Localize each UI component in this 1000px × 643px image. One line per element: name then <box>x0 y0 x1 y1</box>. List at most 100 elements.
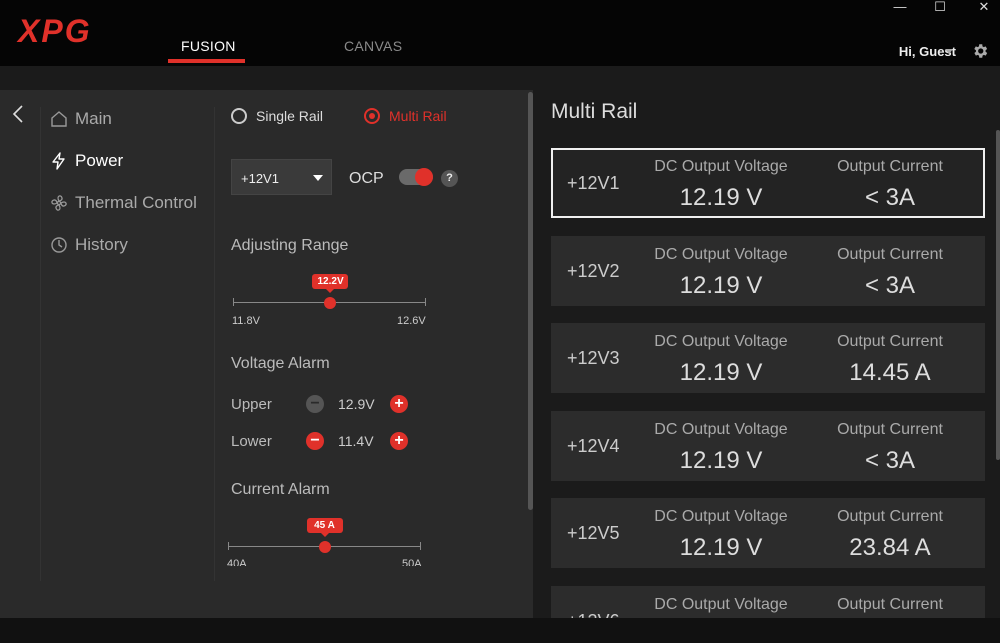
sidebar-item-label: Power <box>75 151 124 170</box>
sidebar-item-label: Thermal Control <box>75 193 197 212</box>
rail-card[interactable]: +12V6 DC Output Voltage Output Current <box>551 585 985 619</box>
chevron-down-icon[interactable] <box>945 49 953 54</box>
single-rail-radio[interactable]: Single Rail <box>231 108 323 124</box>
slider-value-badge: 45 A <box>306 518 343 537</box>
voltage-header: DC Output Voltage <box>654 158 788 175</box>
ocp-toggle[interactable] <box>399 168 433 186</box>
help-icon[interactable]: ? <box>441 170 458 187</box>
dropdown-caret-icon <box>313 175 323 181</box>
voltage-value: 12.19 V <box>679 184 763 211</box>
gear-icon[interactable] <box>971 42 989 60</box>
rail-select-dropdown[interactable]: +12V1 <box>231 159 332 195</box>
current-header: Output Current <box>837 333 943 350</box>
slider-tick-max <box>425 298 426 306</box>
rail-card[interactable]: +12V4 DC Output Voltage Output Current 12.1… <box>551 410 985 481</box>
svg-text:XPG: XPG <box>16 14 92 48</box>
current-header: Output Current <box>837 420 943 438</box>
rail-card[interactable]: +12V5 DC Output Voltage Output Current 12.1… <box>551 498 985 568</box>
current-value: 23.84 A <box>849 534 931 561</box>
rail-name: +12V3 <box>567 348 620 368</box>
multi-rail-radio[interactable]: Multi Rail <box>364 108 447 124</box>
active-tab-indicator <box>168 59 245 63</box>
title-bar: XPG FUSION CANVAS — ☐ ✕ Hi, Guest <box>0 0 1000 66</box>
lower-alarm-value: 11.4V <box>338 433 374 449</box>
slider-min-label: 40A <box>227 558 247 566</box>
slider-min-label: 11.8V <box>232 315 260 327</box>
voltage-header: DC Output Voltage <box>654 333 788 350</box>
adjusting-range-title: Adjusting Range <box>231 237 349 254</box>
upper-alarm-label: Upper <box>231 396 272 413</box>
voltage-header: DC Output Voltage <box>654 595 788 613</box>
voltage-header: DC Output Voltage <box>654 245 788 263</box>
current-header: Output Current <box>837 245 943 263</box>
rail-name: +12V5 <box>567 523 620 543</box>
current-value: < 3A <box>864 446 916 474</box>
current-header: Output Current <box>837 508 943 525</box>
fan-icon <box>51 195 67 211</box>
clock-icon <box>51 237 67 253</box>
back-arrow-icon[interactable] <box>12 104 24 124</box>
rail-name: +12V1 <box>567 173 620 193</box>
single-rail-label: Single Rail <box>256 108 323 124</box>
voltage-header: DC Output Voltage <box>654 508 788 525</box>
rails-title: Multi Rail <box>551 100 638 123</box>
slider-handle[interactable] <box>323 297 336 309</box>
voltage-value: 12.19 V <box>679 359 763 386</box>
slider-handle[interactable] <box>318 541 331 553</box>
current-value: 14.45 A <box>849 359 931 386</box>
voltage-alarm-title: Voltage Alarm <box>231 355 330 372</box>
slider-labels-clip: 40A 50A <box>222 558 432 566</box>
close-button[interactable]: ✕ <box>974 0 994 16</box>
sidebar-divider <box>40 107 41 581</box>
voltage-value: 12.19 V <box>679 446 763 474</box>
ocp-label: OCP <box>349 170 384 187</box>
sidebar-item-main[interactable]: Main <box>49 109 112 129</box>
toggle-knob <box>415 168 433 186</box>
radio-circle <box>231 108 247 124</box>
slider-max-label: 50A <box>402 558 422 566</box>
rail-card[interactable]: +12V2 DC Output Voltage Output Current 12.1… <box>551 235 985 306</box>
upper-alarm-value: 12.9V <box>338 396 375 412</box>
current-header: Output Current <box>837 595 943 613</box>
voltage-value: 12.19 V <box>679 534 763 561</box>
maximize-button[interactable]: ☐ <box>930 0 950 16</box>
sidebar-item-thermal-control[interactable]: Thermal Control <box>49 193 197 213</box>
home-icon <box>51 111 67 127</box>
sidebar-item-power[interactable]: Power <box>49 151 123 171</box>
rail-card[interactable]: +12V3 DC Output Voltage Output Current 12.1… <box>551 323 985 393</box>
xpg-logo: XPG <box>16 14 92 48</box>
slider-tick-max <box>420 542 421 550</box>
upper-decrease-button[interactable]: − <box>306 395 324 413</box>
sidebar-item-label: Main <box>75 109 112 128</box>
sidebar-item-label: History <box>75 235 128 254</box>
slider-value-badge: 12.2V <box>311 274 348 293</box>
slider-tick-min <box>228 542 229 550</box>
rail-card[interactable]: +12V1 DC Output Voltage Output Current 12.1… <box>551 148 985 218</box>
current-value: < 3A <box>864 184 916 211</box>
lower-decrease-button[interactable]: − <box>306 432 324 450</box>
panel-divider <box>214 107 215 581</box>
settings-scrollbar[interactable] <box>528 92 533 510</box>
lightning-icon <box>52 152 65 170</box>
radio-circle <box>364 108 380 124</box>
sidebar-item-history[interactable]: History <box>49 235 128 255</box>
current-value: < 3A <box>864 271 916 299</box>
rails-scrollbar[interactable] <box>996 130 1000 460</box>
rail-name: +12V2 <box>567 260 620 281</box>
slider-max-label: 12.6V <box>397 315 426 327</box>
lower-increase-button[interactable]: + <box>390 432 408 450</box>
rail-select-value: +12V1 <box>241 171 279 186</box>
upper-increase-button[interactable]: + <box>390 395 408 413</box>
multi-rail-label: Multi Rail <box>389 108 447 124</box>
voltage-value: 12.19 V <box>679 271 763 299</box>
voltage-header: DC Output Voltage <box>654 420 788 438</box>
minimize-button[interactable]: — <box>890 0 910 16</box>
current-alarm-title: Current Alarm <box>231 481 330 498</box>
bottom-bar <box>0 618 1000 643</box>
lower-alarm-label: Lower <box>231 433 272 450</box>
rail-name: +12V4 <box>567 435 620 456</box>
tab-canvas[interactable]: CANVAS <box>344 38 402 54</box>
rail-name: +12V6 <box>567 611 620 619</box>
tab-fusion[interactable]: FUSION <box>181 38 236 54</box>
current-header: Output Current <box>837 158 943 175</box>
